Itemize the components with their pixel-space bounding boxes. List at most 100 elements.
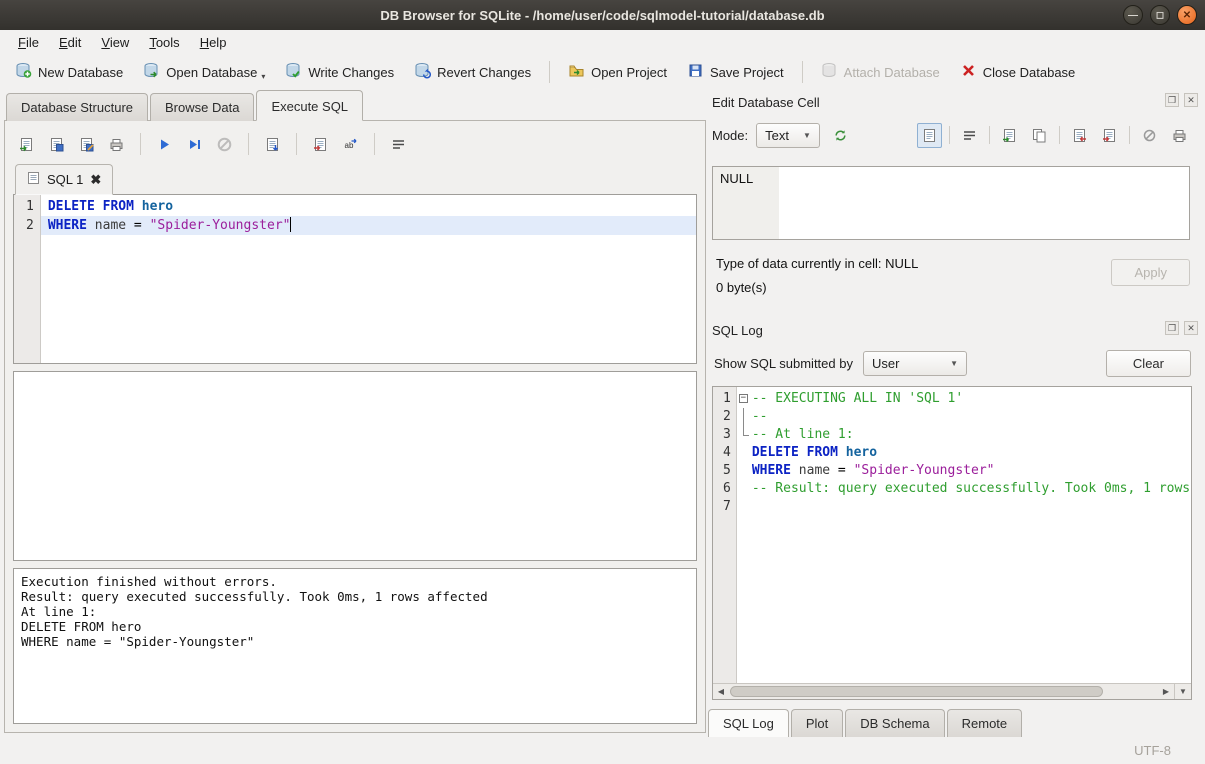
- submitter-value: User: [872, 356, 899, 371]
- scroll-down-icon[interactable]: ▼: [1174, 684, 1191, 699]
- collapse-icon[interactable]: −: [739, 394, 748, 403]
- find-replace-icon[interactable]: ab: [337, 131, 364, 157]
- tab-db-schema[interactable]: DB Schema: [845, 709, 944, 737]
- menu-view[interactable]: View: [91, 32, 139, 53]
- write-changes-button[interactable]: Write Changes: [276, 57, 403, 87]
- fold-column[interactable]: −: [737, 387, 752, 683]
- mode-label: Mode:: [712, 128, 748, 143]
- tab-remote[interactable]: Remote: [947, 709, 1023, 737]
- fold-marker[interactable]: [737, 408, 752, 426]
- cell-editor-area[interactable]: [779, 167, 1189, 239]
- float-dock-icon[interactable]: ❐: [1165, 321, 1179, 335]
- print-icon[interactable]: [1167, 123, 1192, 148]
- menu-tools[interactable]: Tools: [139, 32, 189, 53]
- toolbar-separator: [248, 133, 249, 155]
- token: "Spider-Youngster": [150, 218, 291, 233]
- close-button[interactable]: ✕: [1177, 5, 1197, 25]
- fold-marker[interactable]: −: [737, 390, 752, 408]
- toolbar-separator: [989, 126, 990, 144]
- dropdown-caret-icon[interactable]: ▾: [261, 72, 265, 82]
- open-project-label: Open Project: [591, 65, 667, 80]
- save-results-icon[interactable]: [259, 131, 286, 157]
- sql-tab[interactable]: SQL 1 ✖: [15, 164, 113, 195]
- mode-combobox[interactable]: Text ▼: [756, 123, 820, 148]
- execute-current-line-icon[interactable]: [181, 131, 208, 157]
- float-dock-icon[interactable]: ❐: [1165, 93, 1179, 107]
- toolbar-separator: [549, 61, 550, 83]
- attach-database-button[interactable]: Attach Database: [812, 57, 949, 87]
- scroll-left-icon[interactable]: ◀: [713, 684, 729, 699]
- cell-value: NULL: [713, 167, 779, 239]
- sql-log-view: 1234567 − -- EXECUTING ALL IN 'SQL 1'---…: [712, 386, 1192, 700]
- editor-line[interactable]: DELETE FROM hero: [41, 197, 696, 216]
- maximize-button[interactable]: ◻: [1150, 5, 1170, 25]
- close-database-button[interactable]: Close Database: [951, 57, 1085, 87]
- clear-button[interactable]: Clear: [1106, 350, 1191, 377]
- menu-edit[interactable]: Edit: [49, 32, 91, 53]
- open-file-icon[interactable]: [997, 123, 1022, 148]
- execute-all-icon[interactable]: [151, 131, 178, 157]
- token: hero: [142, 199, 173, 214]
- stop-icon[interactable]: [211, 131, 238, 157]
- app-window: { "window": { "title": "DB Browser for S…: [0, 0, 1205, 764]
- open-project-button[interactable]: Open Project: [559, 57, 676, 87]
- set-null-icon[interactable]: [1137, 123, 1162, 148]
- sql-editor[interactable]: 12 DELETE FROM heroWHERE name = "Spider-…: [13, 194, 697, 364]
- token: WHERE: [48, 218, 87, 233]
- minimize-button[interactable]: —: [1123, 5, 1143, 25]
- sql-log-header: SQL Log ❐ ✕: [708, 320, 1200, 340]
- tab-sql-log[interactable]: SQL Log: [708, 709, 789, 737]
- save-project-button[interactable]: Save Project: [678, 57, 793, 87]
- scrollbar-track[interactable]: [729, 684, 1158, 699]
- document-icon: [27, 171, 40, 188]
- fold-marker: [737, 462, 752, 480]
- tab-database-structure[interactable]: Database Structure: [6, 93, 148, 121]
- main-toolbar: New DatabaseOpen Database▾ Write Changes R…: [0, 54, 1205, 90]
- edit-cell-toolbar: Mode: Text ▼: [708, 120, 1200, 150]
- scrollbar-thumb[interactable]: [730, 686, 1103, 697]
- close-dock-icon[interactable]: ✕: [1184, 321, 1198, 335]
- log-line: WHERE name = "Spider-Youngster": [752, 462, 1191, 480]
- editor-line[interactable]: WHERE name = "Spider-Youngster": [41, 216, 696, 235]
- encoding-indicator[interactable]: UTF-8: [1134, 743, 1171, 758]
- open-sql-file-icon[interactable]: [13, 131, 40, 157]
- scroll-right-icon[interactable]: ▶: [1158, 684, 1174, 699]
- message-line: Execution finished without errors.: [21, 574, 689, 589]
- close-dock-icon[interactable]: ✕: [1184, 93, 1198, 107]
- close-tab-icon[interactable]: ✖: [90, 175, 101, 185]
- token: -- Result: query executed successfully. …: [752, 481, 1191, 496]
- close-database-label: Close Database: [983, 65, 1076, 80]
- token: =: [830, 463, 853, 478]
- submitter-combobox[interactable]: User ▼: [863, 351, 967, 376]
- horizontal-scrollbar[interactable]: ◀ ▶ ▼: [713, 683, 1191, 699]
- open-database-button[interactable]: Open Database▾: [134, 57, 274, 87]
- menu-file[interactable]: File: [8, 32, 49, 53]
- auto-apply-icon[interactable]: [828, 123, 853, 148]
- tab-browse-data[interactable]: Browse Data: [150, 93, 254, 121]
- line-number: 4: [723, 444, 731, 462]
- token: -- EXECUTING ALL IN 'SQL 1': [752, 391, 963, 406]
- fold-marker[interactable]: [737, 426, 752, 444]
- text-view-icon[interactable]: [917, 123, 942, 148]
- fold-marker: [737, 498, 752, 516]
- apply-button[interactable]: Apply: [1111, 259, 1190, 286]
- import-icon[interactable]: [1067, 123, 1092, 148]
- revert-changes-button[interactable]: Revert Changes: [405, 57, 540, 87]
- cell-editor[interactable]: NULL: [712, 166, 1190, 240]
- tab-execute-sql[interactable]: Execute SQL: [256, 90, 363, 121]
- write-changes-label: Write Changes: [308, 65, 394, 80]
- menu-help[interactable]: Help: [190, 32, 237, 53]
- results-grid[interactable]: [13, 371, 697, 561]
- copy-icon[interactable]: [1027, 123, 1052, 148]
- word-wrap-icon[interactable]: [957, 123, 982, 148]
- print-icon[interactable]: [103, 131, 130, 157]
- export-icon[interactable]: [1097, 123, 1122, 148]
- tab-plot[interactable]: Plot: [791, 709, 843, 737]
- word-wrap-icon[interactable]: [385, 131, 412, 157]
- save-sql-file-as-icon[interactable]: [73, 131, 100, 157]
- export-icon[interactable]: [307, 131, 334, 157]
- save-sql-file-icon[interactable]: [43, 131, 70, 157]
- right-pane: Edit Database Cell ❐ ✕ Mode: Text ▼ NULL…: [708, 92, 1200, 737]
- title-bar: DB Browser for SQLite - /home/user/code/…: [0, 0, 1205, 30]
- new-database-button[interactable]: New Database: [6, 57, 132, 87]
